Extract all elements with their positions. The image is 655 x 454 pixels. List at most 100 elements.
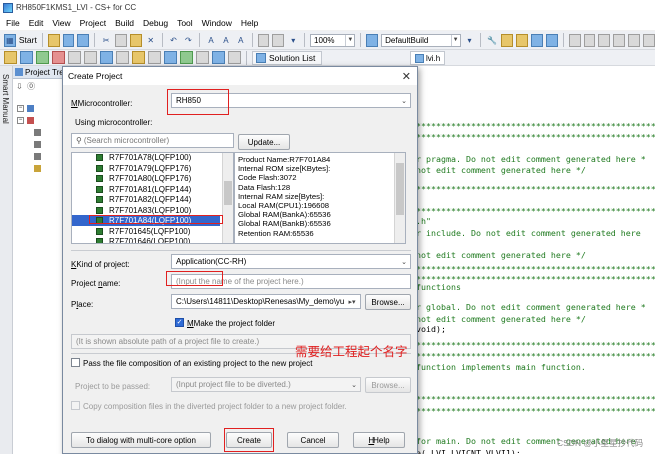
nav-forward-icon[interactable] (36, 51, 49, 64)
build-mode-icon[interactable] (366, 33, 379, 47)
download-icon[interactable] (531, 33, 543, 47)
redo-icon[interactable]: ↷ (182, 34, 194, 47)
editor-tab[interactable]: lvi.h (410, 51, 446, 65)
undo-icon[interactable]: ↶ (168, 34, 180, 47)
tree-expand-icon[interactable]: − (17, 117, 24, 124)
cut-icon[interactable]: ✂ (100, 34, 112, 47)
device-list-item[interactable]: R7F701A83(LQFP100) (72, 205, 220, 216)
layout-icon[interactable] (68, 51, 81, 64)
device-list-scrollbar[interactable] (222, 153, 233, 243)
zoom-select[interactable]: 100% ▼ (310, 33, 356, 47)
pass-composition-checkbox[interactable] (71, 358, 80, 367)
delete-icon[interactable]: ✕ (145, 34, 157, 47)
code-line: r include. Do not edit comment generated… (416, 228, 641, 238)
callstack-icon[interactable] (212, 51, 225, 64)
make-folder-label: MMake the project folder (187, 319, 276, 328)
make-folder-checkbox[interactable]: ✓ (175, 318, 184, 327)
dropdown-arrow-icon[interactable]: ▾ (287, 34, 299, 47)
smart-manual-label: Smart Manual (1, 74, 10, 124)
reset-icon[interactable] (598, 33, 611, 47)
arrow-down-icon[interactable]: ⇩ (16, 82, 23, 91)
clean-icon[interactable] (516, 33, 529, 47)
build-config-select[interactable]: DefaultBuild ▼ (381, 33, 461, 47)
step-out-icon[interactable] (642, 33, 655, 47)
device-info-panel: Retention RAM:65536 Global RAM(BankB):65… (234, 152, 406, 244)
close-icon[interactable]: ✕ (402, 70, 411, 83)
output-icon[interactable] (116, 51, 129, 64)
jump-icon[interactable]: A (235, 34, 247, 47)
menu-item-view[interactable]: View (52, 18, 70, 28)
folder-icon[interactable] (132, 51, 145, 64)
new-file-icon[interactable] (47, 33, 60, 47)
device-list-item[interactable]: R7F701A78(LQFP100) (72, 153, 220, 163)
menu-item-debug[interactable]: Debug (143, 18, 168, 28)
property-icon[interactable] (100, 51, 113, 64)
build-icon[interactable]: 🔧 (486, 34, 498, 47)
watch-icon[interactable] (164, 51, 177, 64)
smart-manual-panel[interactable]: Smart Manual (0, 66, 13, 454)
device-list-item[interactable]: R7F701646(LQFP100) (72, 236, 220, 243)
solution-list-button[interactable]: Solution List (252, 50, 323, 65)
nav-back-icon[interactable] (20, 51, 33, 64)
code-line: .h" (416, 216, 431, 226)
build-download-icon[interactable] (545, 33, 558, 47)
kind-of-project-select[interactable]: Application(CC-RH) ⌄ (171, 254, 411, 269)
cancel-button[interactable]: Cancel (287, 432, 339, 448)
code-editor[interactable]: r pragma. Do not edit comment generated … (410, 66, 655, 454)
menu-item-project[interactable]: Project (80, 18, 106, 28)
step-in-icon[interactable] (613, 33, 626, 47)
device-list-item[interactable]: R7F701A79(LQFP176) (72, 163, 220, 174)
stop-icon[interactable] (583, 33, 596, 47)
device-list-item[interactable]: R7F701645(LQFP100) (72, 226, 220, 237)
menu-item-file[interactable]: File (6, 18, 20, 28)
start-button[interactable]: Start (19, 35, 37, 45)
multicore-dialog-button[interactable]: To dialog with multi-core option (71, 432, 211, 448)
project-tree-header[interactable]: Project Tree (13, 66, 68, 79)
go-icon[interactable] (568, 33, 581, 47)
tree-node-icon[interactable] (34, 153, 41, 160)
tree-node-icon[interactable] (27, 105, 34, 112)
place-input[interactable]: C:\Users\14811\Desktop\Renesas\My_demo\y… (171, 294, 361, 309)
history-icon[interactable]: ▸▾ (344, 295, 360, 308)
event-icon[interactable] (228, 51, 241, 64)
menu-item-window[interactable]: Window (202, 18, 232, 28)
menu-item-help[interactable]: Help (241, 18, 258, 28)
paste-icon[interactable] (129, 33, 142, 47)
local-icon[interactable] (196, 51, 209, 64)
browse-button[interactable]: Browse... (365, 294, 411, 310)
search-microcontroller-input[interactable]: ⚲ (Search microcontroller) (71, 133, 234, 148)
rebuild-icon[interactable] (501, 33, 514, 47)
update-button[interactable]: Update... (238, 134, 290, 150)
bookmark-icon[interactable] (52, 51, 65, 64)
device-list-item[interactable]: R7F701A80(LQFP176) (72, 173, 220, 184)
step-over-icon[interactable] (628, 33, 640, 47)
menu-item-tool[interactable]: Tool (177, 18, 193, 28)
tree-node-icon[interactable] (34, 129, 41, 136)
start-icon[interactable]: ▦ (4, 33, 16, 47)
replace-icon[interactable]: A (220, 34, 232, 47)
open-icon[interactable] (4, 51, 17, 64)
copy-icon[interactable] (115, 33, 127, 47)
panel-icon[interactable] (84, 51, 97, 64)
info-scrollbar[interactable] (394, 153, 405, 243)
device-list-item[interactable]: R7F701A81(LQFP144) (72, 184, 220, 195)
menu-item-edit[interactable]: Edit (29, 18, 44, 28)
find-icon[interactable]: A (205, 34, 217, 47)
register-icon[interactable] (180, 51, 193, 64)
microcontroller-list[interactable]: R7F701646(LQFP100) R7F701645(LQFP100) R7F7… (71, 152, 234, 244)
help-button[interactable]: H Help (353, 432, 405, 448)
build-options-icon[interactable]: ▾ (464, 34, 476, 47)
tree-expand-icon[interactable]: − (17, 105, 24, 112)
properties-icon[interactable] (257, 33, 270, 47)
memory-icon[interactable] (148, 51, 161, 64)
tree-node-icon[interactable] (34, 165, 41, 172)
tree-node-icon[interactable] (27, 117, 34, 124)
save-all-icon[interactable] (77, 33, 90, 47)
tree-node-icon[interactable] (34, 141, 41, 148)
save-icon[interactable] (62, 33, 75, 47)
menu-item-build[interactable]: Build (115, 18, 134, 28)
device-list-item[interactable]: R7F701A82(LQFP144) (72, 194, 220, 205)
help-circle-icon[interactable]: ⓪ (27, 82, 35, 91)
window-list-icon[interactable] (272, 33, 285, 47)
microcontroller-label: MMicrocontroller: (71, 99, 133, 108)
